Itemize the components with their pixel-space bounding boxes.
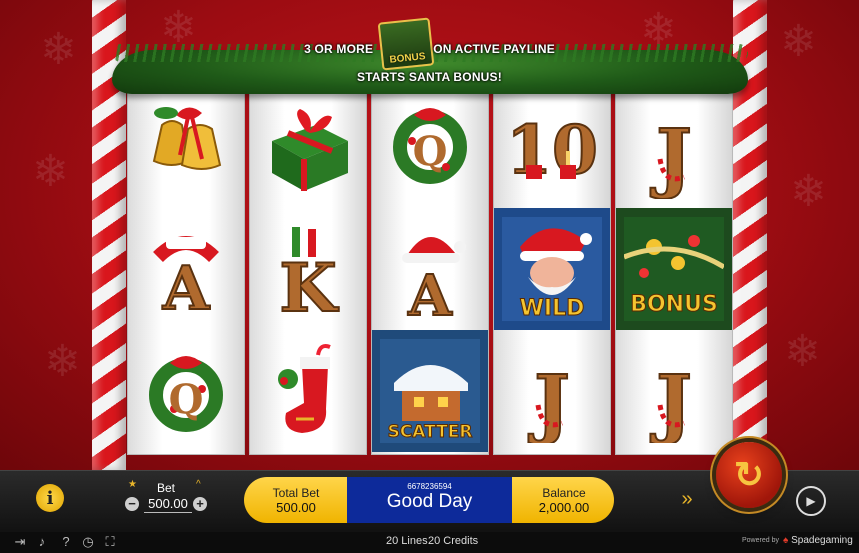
bet-decrease-button[interactable]: −	[125, 497, 139, 511]
snowflake-icon: ❄	[32, 147, 69, 196]
symbol-j: J	[494, 330, 610, 452]
lines-count: 20 Lines	[386, 535, 428, 547]
bet-value: 500.00	[144, 496, 192, 513]
letter-symbol: A	[402, 237, 466, 321]
autoplay-button[interactable]: ▶	[796, 486, 826, 516]
symbol-10: 10	[494, 86, 610, 208]
bells-icon	[152, 107, 222, 170]
letter-symbol: J	[649, 357, 693, 443]
message-text: Good Day	[386, 491, 473, 512]
symbol-a: A	[372, 208, 488, 330]
reel-5: J BONUS J	[616, 86, 732, 454]
spin-button[interactable]: ↻	[716, 442, 782, 508]
letter-symbol: 10	[505, 110, 599, 190]
reel-3: Q A SCATTER	[372, 86, 488, 454]
symbol-q: Q	[372, 86, 488, 208]
wreath-icon: Q	[393, 108, 467, 184]
svg-text:SCATTER: SCATTER	[388, 422, 473, 442]
snowflake-icon: ❄	[784, 327, 821, 376]
symbol-bonus: BONUS	[616, 208, 732, 330]
reel-2: K	[250, 86, 366, 454]
symbol-scatter: SCATTER	[372, 330, 488, 452]
turbo-button[interactable]: »	[672, 488, 702, 514]
balance-label: Balance	[542, 486, 586, 500]
reel-4: 10 WILD J	[494, 86, 610, 454]
symbol-q: Q	[128, 330, 244, 452]
svg-text:A: A	[407, 263, 453, 321]
chevron-up-icon: ^	[196, 479, 201, 490]
symbol-bells	[128, 86, 244, 208]
info-bar: Total Bet 500.00 6678236594 Good Day Bal…	[244, 477, 614, 523]
reel-area: A Q K Q A SCATTER 10 WILD J J BONUS J	[128, 86, 732, 454]
star-icon: ★	[128, 479, 137, 490]
fullscreen-icon[interactable]: ⛶	[102, 534, 118, 550]
round-id: 6678236594	[407, 482, 452, 491]
svg-text:J: J	[650, 358, 692, 443]
svg-text:BONUS: BONUS	[630, 292, 718, 317]
snowflake-icon: ❄	[44, 337, 81, 386]
help-icon[interactable]: ?	[58, 534, 74, 549]
exit-icon[interactable]: ⇥	[12, 534, 28, 550]
letter-symbol: A	[153, 236, 219, 321]
credits-count: 20 Credits	[428, 535, 479, 547]
symbol-j: J	[616, 330, 732, 452]
brand-name: Spadegaming	[791, 535, 853, 546]
reel-1: A Q	[128, 86, 244, 454]
svg-text:Q: Q	[413, 128, 448, 175]
santa-icon: WILD	[502, 217, 602, 321]
letter-symbol: J	[649, 111, 693, 199]
letter-symbol: J	[527, 357, 571, 443]
bonus-banner-line-1: 3 OR MORE ON ACTIVE PAYLINE	[304, 42, 555, 56]
letter-symbol: K	[278, 227, 340, 321]
svg-text:K: K	[279, 249, 339, 321]
balance-value: 2,000.00	[538, 500, 590, 515]
total-bet-value: 500.00	[276, 500, 316, 515]
symbol-wild: WILD	[494, 208, 610, 330]
symbol-stocking	[250, 330, 366, 452]
wreath-icon: Q	[149, 356, 223, 432]
bet-label: Bet	[156, 481, 175, 495]
bonus-banner-line-2: STARTS SANTA BONUS!	[357, 70, 502, 84]
svg-text:J: J	[650, 112, 692, 199]
info-button[interactable]: i	[36, 484, 64, 512]
christmas-tree-icon: BONUS	[624, 217, 724, 321]
powered-by-label: Powered by	[742, 537, 779, 544]
history-icon[interactable]: ◷	[80, 534, 96, 550]
brand-logo: ♠ Spadegaming	[783, 535, 853, 546]
svg-text:WILD: WILD	[520, 296, 585, 321]
svg-text:A: A	[162, 254, 211, 321]
sound-icon[interactable]: ♪	[34, 534, 50, 549]
svg-text:10: 10	[506, 111, 598, 189]
svg-text:J: J	[528, 358, 570, 443]
symbol-k: K	[250, 208, 366, 330]
gift-icon	[272, 109, 348, 191]
symbol-q: A	[128, 208, 244, 330]
house-icon: SCATTER	[380, 339, 480, 443]
spade-icon: ♠	[783, 535, 789, 546]
symbol-j: J	[616, 86, 732, 208]
bet-increase-button[interactable]: +	[193, 497, 207, 511]
snowflake-icon: ❄	[790, 167, 827, 216]
symbol-gift	[250, 86, 366, 208]
total-bet-label: Total Bet	[272, 486, 320, 500]
stocking-icon	[278, 344, 331, 433]
svg-text:Q: Q	[169, 376, 204, 423]
